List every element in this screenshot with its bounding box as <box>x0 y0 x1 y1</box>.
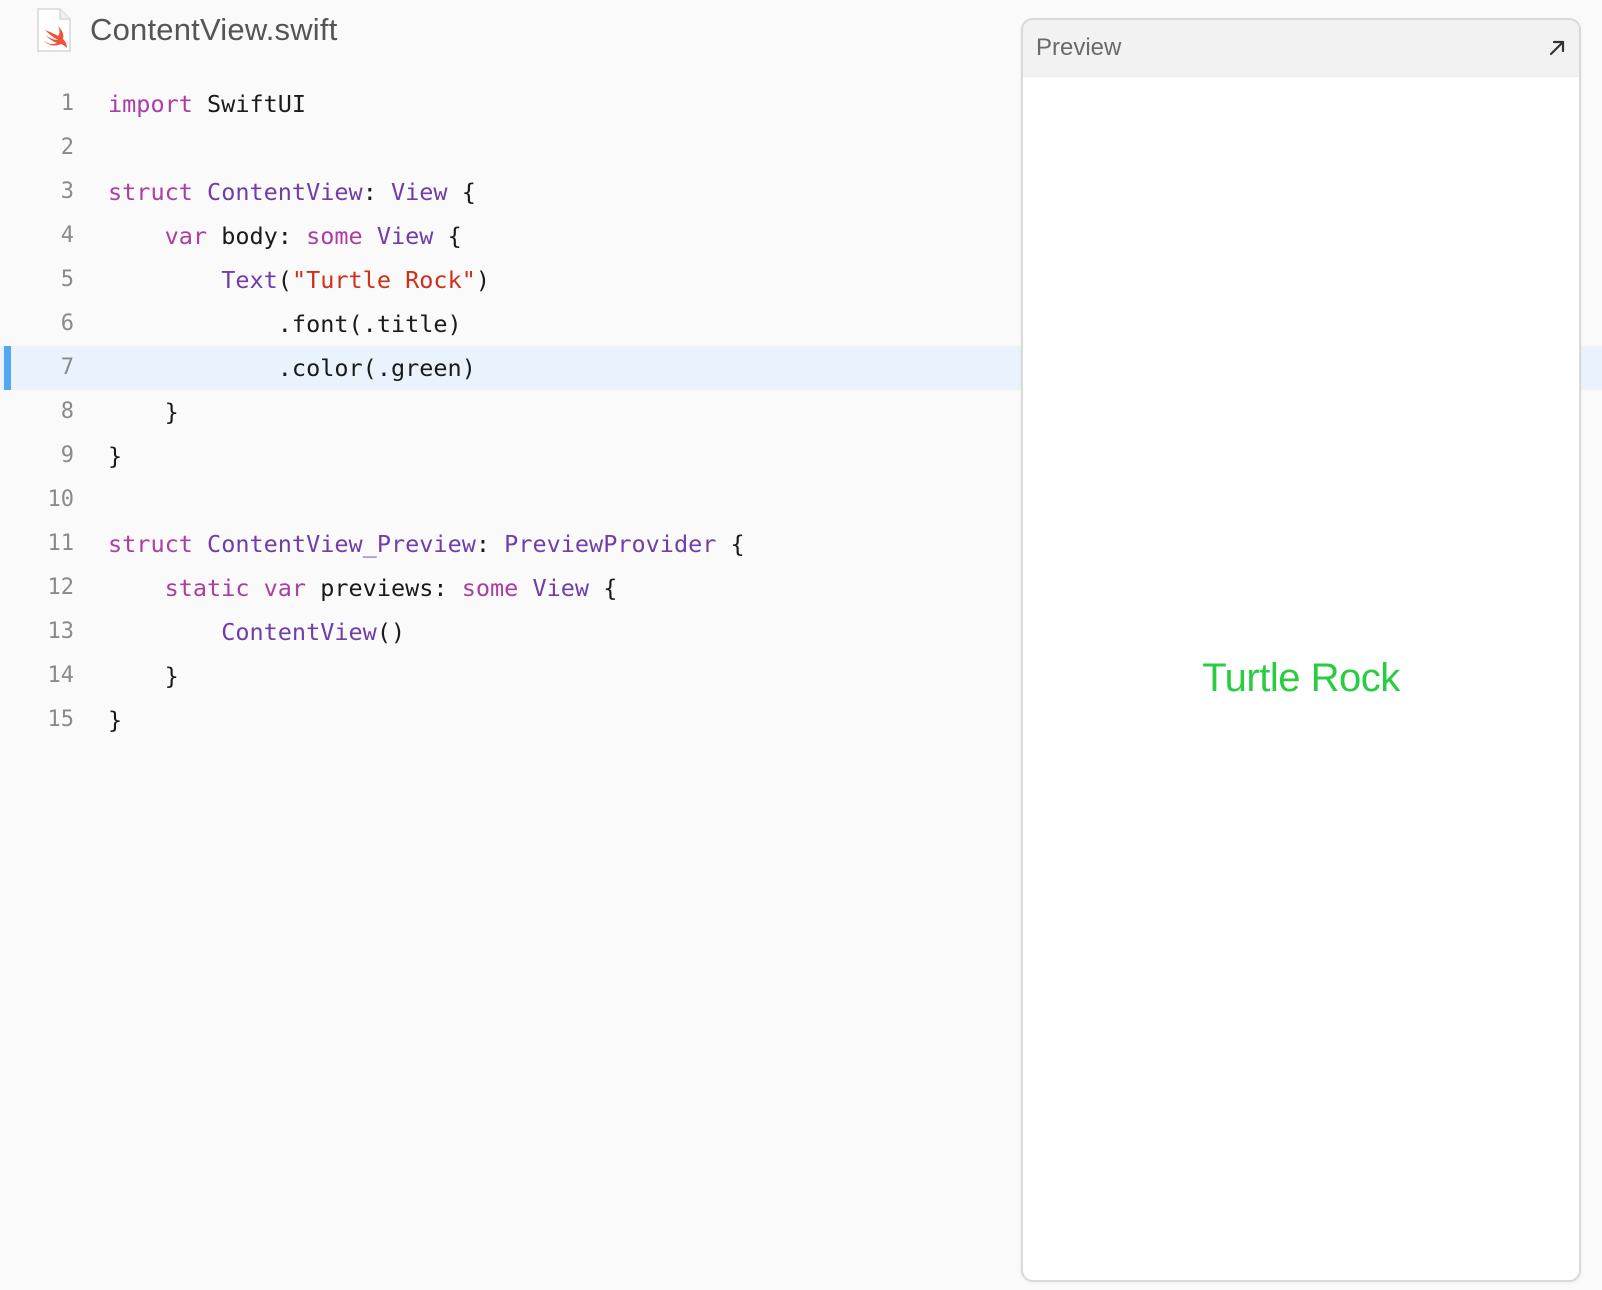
code-token: { <box>447 178 476 206</box>
code-token: ContentView_Preview <box>207 530 476 558</box>
line-number: 2 <box>60 135 74 160</box>
code-text: ContentView() <box>108 610 405 654</box>
preview-title: Preview <box>1036 34 1122 61</box>
line-number: 10 <box>47 487 75 512</box>
code-token: import <box>108 90 193 118</box>
code-text: } <box>108 390 179 434</box>
code-token: some <box>461 574 519 602</box>
code-token: { <box>716 530 745 558</box>
expand-arrow-icon[interactable] <box>1543 34 1571 62</box>
preview-canvas: Turtle Rock <box>1023 76 1579 1280</box>
code-token: var <box>164 222 208 250</box>
preview-text: Turtle Rock <box>1202 655 1400 700</box>
line-number: 15 <box>47 707 75 732</box>
code-token: View <box>532 574 590 602</box>
code-token: : <box>475 530 505 558</box>
line-number: 9 <box>60 443 74 468</box>
code-text: import SwiftUI <box>108 82 306 126</box>
code-token: static <box>164 574 250 602</box>
code-token: struct <box>108 178 193 206</box>
code-token: () <box>376 618 406 646</box>
code-token: .font(.title) <box>108 310 462 338</box>
code-text: .color(.green) <box>108 346 476 390</box>
code-token: previews: <box>306 574 462 602</box>
line-number: 12 <box>47 575 75 600</box>
code-text: } <box>108 698 122 742</box>
code-text: struct ContentView: View { <box>108 170 476 214</box>
line-number: 1 <box>60 91 74 116</box>
code-token: } <box>108 706 123 734</box>
line-number: 5 <box>60 267 74 292</box>
code-text: .font(.title) <box>108 302 462 346</box>
code-token: var <box>263 574 307 602</box>
preview-header: Preview <box>1023 20 1579 77</box>
code-token: View <box>376 222 434 250</box>
code-text: } <box>108 434 122 478</box>
code-token: some <box>306 222 363 250</box>
code-text: } <box>108 654 179 698</box>
line-number: 6 <box>60 311 74 336</box>
code-token: } <box>108 662 179 690</box>
line-number: 7 <box>60 355 74 380</box>
code-token: SwiftUI <box>192 90 307 118</box>
line-number: 14 <box>47 663 75 688</box>
code-token: .color(.green) <box>108 354 476 382</box>
code-text: var body: some View { <box>108 214 462 258</box>
code-token: ) <box>475 266 491 294</box>
code-token: PreviewProvider <box>504 530 717 558</box>
code-token: { <box>589 574 618 602</box>
file-header: ContentView.swift <box>36 6 338 54</box>
code-token: ( <box>277 266 292 294</box>
code-token: } <box>108 442 123 470</box>
code-text: struct ContentView_Preview: PreviewProvi… <box>108 522 745 566</box>
file-name: ContentView.swift <box>90 12 338 47</box>
code-token: Text <box>221 266 278 294</box>
code-text: static var previews: some View { <box>108 566 618 610</box>
line-number: 8 <box>60 399 74 424</box>
code-token: View <box>390 178 448 206</box>
code-token: "Turtle Rock" <box>291 266 476 294</box>
swift-file-icon <box>36 7 72 53</box>
preview-panel: Preview Turtle Rock <box>1021 18 1581 1282</box>
code-text: Text("Turtle Rock") <box>108 258 490 302</box>
line-number: 3 <box>60 179 74 204</box>
line-number: 4 <box>60 223 74 248</box>
code-token: : <box>362 178 391 206</box>
line-number: 13 <box>47 619 75 644</box>
playground-window: ContentView.swift 1 import SwiftUI 2 3 struc… <box>0 0 1602 1290</box>
code-token: { <box>433 222 462 250</box>
line-number: 11 <box>47 531 75 556</box>
code-token: body: <box>207 222 307 250</box>
code-token: ContentView <box>207 178 363 206</box>
code-token: struct <box>108 530 193 558</box>
code-token: } <box>108 398 179 426</box>
code-token: ContentView <box>221 618 377 646</box>
